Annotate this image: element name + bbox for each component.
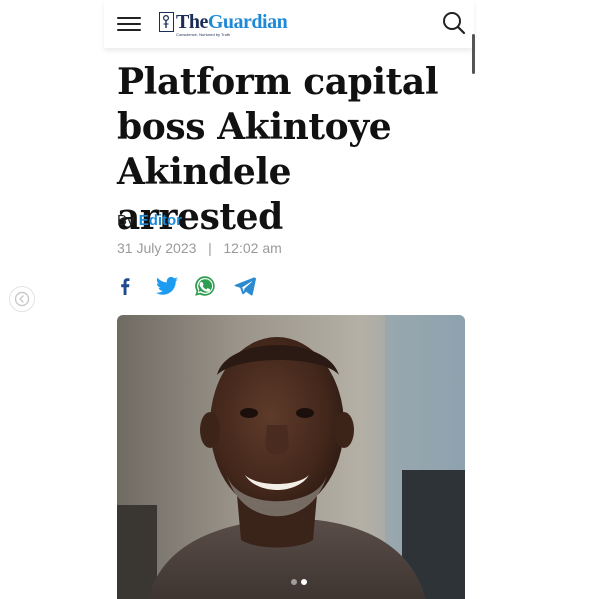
carousel-dot-1[interactable] — [291, 579, 297, 585]
logo-the: The — [176, 11, 208, 33]
telegram-icon — [234, 277, 256, 296]
chevron-left-icon — [14, 291, 30, 307]
logo-tagline: Conscience, Nurtured by Truth — [176, 32, 231, 37]
byline-prefix: By — [117, 212, 135, 229]
dateline: 31 July 2023 | 12:02 am — [117, 240, 282, 256]
logo-guardian: Guardian — [207, 11, 288, 33]
telegram-share-button[interactable] — [233, 274, 257, 298]
publish-time: 12:02 am — [223, 240, 282, 256]
publish-date: 31 July 2023 — [117, 240, 197, 256]
facebook-icon — [121, 278, 130, 295]
hamburger-icon[interactable] — [117, 15, 141, 33]
article-photo — [117, 315, 465, 599]
facebook-share-button[interactable] — [113, 274, 137, 298]
byline: By Editor — [117, 212, 182, 229]
logo-emblem-icon — [159, 12, 174, 32]
search-icon[interactable] — [442, 11, 466, 35]
scrollbar-thumb[interactable] — [472, 34, 475, 74]
site-header: TheGuardian Conscience, Nurtured by Trut… — [104, 0, 474, 48]
author-link[interactable]: Editor — [139, 212, 182, 229]
guardian-logo[interactable]: TheGuardian Conscience, Nurtured by Trut… — [159, 10, 288, 40]
twitter-share-button[interactable] — [155, 274, 179, 298]
whatsapp-icon — [195, 276, 215, 296]
twitter-icon — [156, 276, 178, 295]
instagram-post-frame: TheGuardian Conscience, Nurtured by Trut… — [0, 0, 599, 599]
whatsapp-share-button[interactable] — [193, 274, 217, 298]
carousel-prev-button[interactable] — [9, 286, 35, 312]
date-separator: | — [208, 240, 212, 256]
logo-wordmark: TheGuardian — [176, 10, 288, 34]
carousel-dot-2[interactable] — [301, 579, 307, 585]
